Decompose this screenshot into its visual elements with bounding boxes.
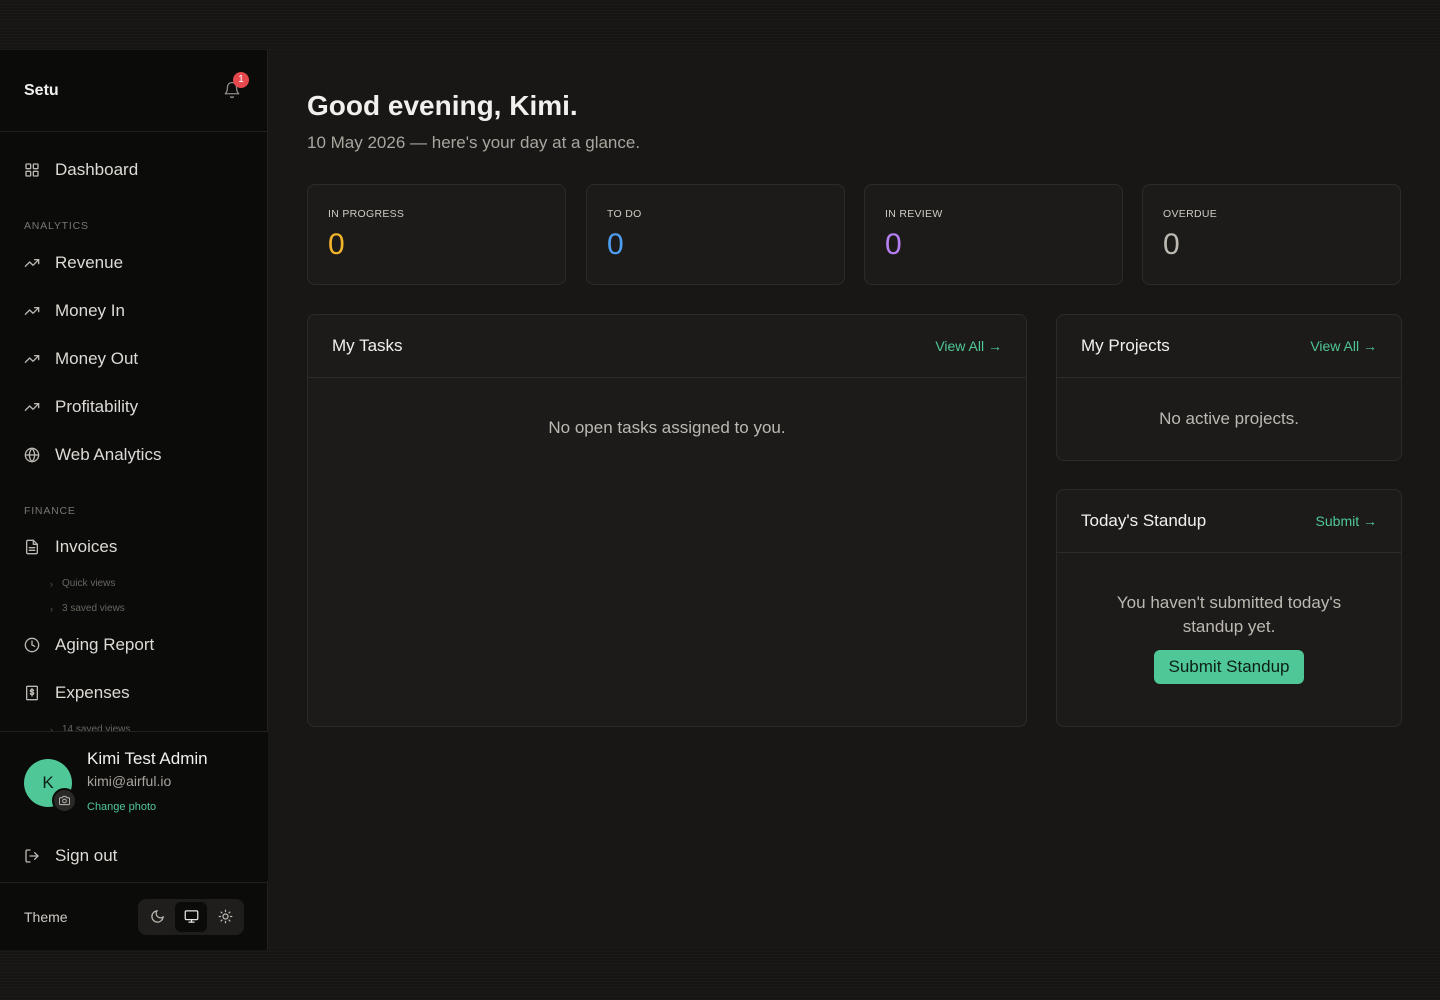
my-tasks-panel: My Tasks View All → No open tasks assign… — [307, 314, 1027, 727]
sun-icon — [218, 909, 232, 924]
panel-header: My Projects View All → — [1057, 315, 1401, 378]
stat-value: 0 — [885, 228, 902, 261]
my-projects-panel: My Projects View All → No active project… — [1056, 314, 1402, 461]
sidebar-subitem-saved-views[interactable]: › 3 saved views — [50, 603, 125, 614]
trending-up-icon — [24, 399, 40, 415]
sidebar-subitem-label: 3 saved views — [62, 603, 125, 614]
sidebar-subitem-label: Quick views — [62, 578, 116, 589]
standup-submit-link[interactable]: Submit → — [1316, 513, 1377, 529]
sign-out-label: Sign out — [55, 846, 118, 865]
clock-icon — [24, 637, 40, 653]
sidebar-header: Setu 1 — [0, 50, 267, 132]
panel-title: My Projects — [1081, 336, 1170, 355]
notification-badge: 1 — [233, 71, 249, 88]
camera-button[interactable] — [52, 788, 77, 813]
sidebar-item-label: Money In — [55, 301, 125, 320]
stat-value: 0 — [1163, 228, 1180, 261]
stat-card-in-review[interactable]: IN REVIEW 0 — [864, 184, 1123, 285]
theme-label: Theme — [24, 908, 68, 925]
grid-icon — [24, 162, 40, 178]
sidebar-item-invoices[interactable]: Invoices — [24, 535, 117, 559]
sidebar: Setu 1 Dashboard ANALYTICS Revenue Money… — [0, 50, 268, 950]
stat-label: TO DO — [607, 208, 642, 220]
trending-up-icon — [24, 255, 40, 271]
sidebar-item-label: Invoices — [55, 537, 118, 556]
brand-name: Setu — [24, 81, 59, 99]
stat-value: 0 — [328, 228, 345, 261]
empty-state: No active projects. — [1159, 409, 1299, 428]
section-label-analytics: ANALYTICS — [24, 220, 89, 232]
stat-label: OVERDUE — [1163, 208, 1218, 220]
standup-panel: Today's Standup Submit → You haven't sub… — [1056, 489, 1402, 727]
top-strip — [0, 0, 1440, 50]
receipt-icon — [24, 685, 40, 701]
empty-state: No open tasks assigned to you. — [548, 418, 786, 437]
tasks-view-all-link[interactable]: View All → — [935, 338, 1002, 354]
monitor-icon — [184, 910, 198, 923]
stat-label: IN REVIEW — [885, 208, 943, 220]
theme-dark-button[interactable] — [141, 902, 173, 932]
theme-light-button[interactable] — [209, 902, 241, 932]
sign-out-button[interactable]: Sign out — [24, 846, 117, 866]
panel-title: My Tasks — [332, 336, 403, 355]
sidebar-item-label: Money Out — [55, 349, 139, 368]
stat-value: 0 — [607, 228, 624, 261]
sidebar-item-money-in[interactable]: Money In — [24, 299, 125, 323]
user-email: kimi@airful.io — [87, 773, 172, 789]
user-name: Kimi Test Admin — [87, 749, 208, 768]
submit-standup-button[interactable]: Submit Standup — [1153, 650, 1305, 684]
sidebar-item-web-analytics[interactable]: Web Analytics — [24, 443, 161, 467]
notifications-button[interactable]: 1 — [223, 71, 249, 101]
panel-title: Today's Standup — [1081, 511, 1207, 530]
trending-up-icon — [24, 303, 40, 319]
panel-header: My Tasks View All → — [308, 315, 1026, 378]
theme-toggle — [138, 898, 244, 935]
bottom-strip — [0, 950, 1440, 1000]
sidebar-nav: Dashboard ANALYTICS Revenue Money In Mon… — [0, 132, 268, 732]
file-text-icon — [24, 539, 40, 555]
sidebar-item-money-out[interactable]: Money Out — [24, 347, 138, 371]
section-label-finance: FINANCE — [24, 505, 76, 517]
sidebar-item-label: Aging Report — [55, 635, 155, 654]
cta-wrapper: Submit Standup — [1057, 650, 1401, 684]
page-title: Good evening, Kimi. — [307, 90, 578, 121]
globe-icon — [24, 447, 40, 463]
empty-state: You haven't submitted today's standup ye… — [1116, 593, 1342, 636]
stat-card-to-do[interactable]: TO DO 0 — [586, 184, 845, 285]
sidebar-item-profitability[interactable]: Profitability — [24, 395, 138, 419]
log-out-icon — [25, 849, 39, 863]
sidebar-item-label: Profitability — [55, 397, 139, 416]
camera-icon — [59, 795, 70, 806]
sidebar-item-expenses[interactable]: Expenses — [24, 681, 130, 705]
sidebar-item-revenue[interactable]: Revenue — [24, 251, 123, 275]
sidebar-item-label: Revenue — [55, 253, 124, 272]
stat-label: IN PROGRESS — [328, 208, 405, 220]
change-photo-link[interactable]: Change photo — [87, 801, 156, 813]
sidebar-item-label: Expenses — [55, 683, 130, 702]
sidebar-item-label: Dashboard — [55, 160, 139, 179]
theme-system-button[interactable] — [175, 901, 207, 932]
chevron-right-icon: › — [50, 603, 53, 614]
trending-up-icon — [24, 351, 40, 367]
panel-header: Today's Standup Submit → — [1057, 490, 1401, 553]
chevron-right-icon: › — [50, 578, 53, 589]
sidebar-subitem-quick-views[interactable]: › Quick views — [50, 578, 115, 589]
user-profile: K Kimi Test Admin kimi@airful.io Change … — [0, 731, 268, 881]
sidebar-item-label: Web Analytics — [55, 445, 162, 464]
projects-view-all-link[interactable]: View All → — [1310, 338, 1377, 354]
theme-switcher-row: Theme — [0, 882, 268, 950]
stat-card-in-progress[interactable]: IN PROGRESS 0 — [307, 184, 566, 285]
sidebar-item-dashboard[interactable]: Dashboard — [24, 158, 138, 182]
sidebar-item-aging-report[interactable]: Aging Report — [24, 633, 154, 657]
page-subtitle: 10 May 2026 — here's your day at a glanc… — [307, 133, 641, 152]
stat-card-overdue[interactable]: OVERDUE 0 — [1142, 184, 1401, 285]
moon-icon — [150, 910, 164, 923]
